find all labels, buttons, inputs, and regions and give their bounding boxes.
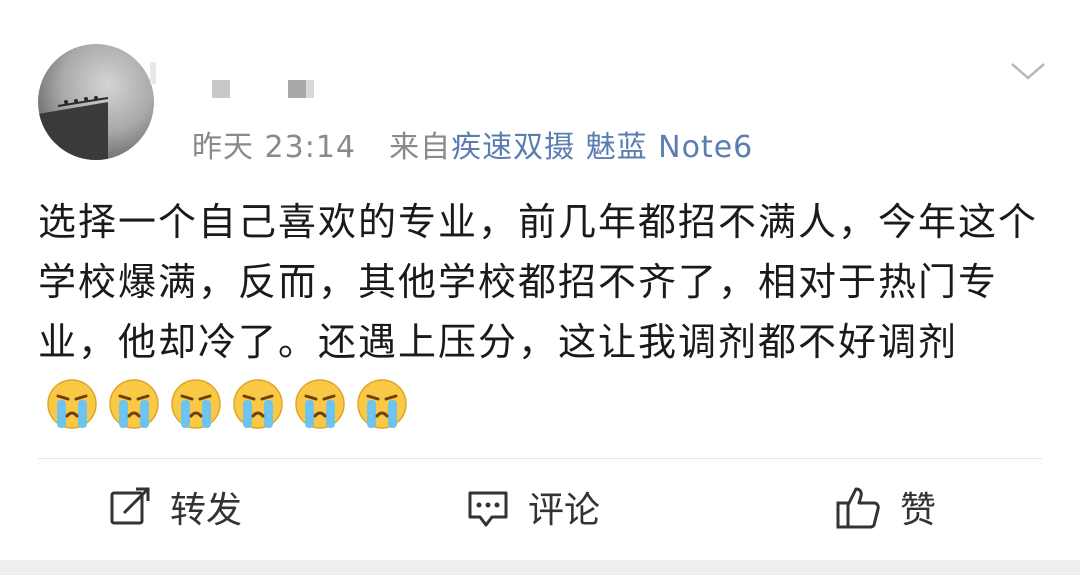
repost-button[interactable]: 转发 <box>108 482 242 532</box>
crying-face-icon <box>233 378 283 429</box>
crying-face-icon <box>109 378 159 429</box>
username-redacted[interactable] <box>150 56 314 100</box>
post-source-link[interactable]: 疾速双摄 魅蓝 Note6 <box>451 130 753 165</box>
post-from-label: 来自 <box>389 130 452 165</box>
crying-face-icon <box>357 378 407 429</box>
comment-label: 评论 <box>528 490 601 531</box>
post-time: 昨天 23:14 <box>192 130 356 165</box>
comment-icon <box>468 491 508 527</box>
crying-face-icon <box>295 378 345 429</box>
like-button[interactable]: 赞 <box>834 482 936 532</box>
crying-face-icon <box>47 378 97 429</box>
thumbs-up-icon <box>836 487 880 529</box>
post-text: 选择一个自己喜欢的专业，前几年都招不满人，今年这个学校爆满，反而，其他学校都招不… <box>38 200 1039 364</box>
comment-button[interactable]: 评论 <box>466 482 600 532</box>
avatar[interactable] <box>38 44 154 160</box>
crying-face-icon <box>171 378 221 429</box>
weibo-post-card: 昨天 23:14 来自疾速双摄 魅蓝 Note6 选择一个自己喜欢的专业，前几年… <box>0 0 1080 575</box>
repost-label: 转发 <box>170 490 243 531</box>
post-meta: 昨天 23:14 来自疾速双摄 魅蓝 Note6 <box>192 122 753 166</box>
repost-icon <box>110 487 150 525</box>
like-label: 赞 <box>900 490 937 531</box>
bottom-separator <box>0 560 1080 575</box>
post-body: 选择一个自己喜欢的专业，前几年都招不满人，今年这个学校爆满，反而，其他学校都招不… <box>38 192 1048 435</box>
divider <box>38 458 1042 459</box>
chevron-down-icon[interactable] <box>1008 56 1048 84</box>
emoji-row <box>46 375 418 435</box>
